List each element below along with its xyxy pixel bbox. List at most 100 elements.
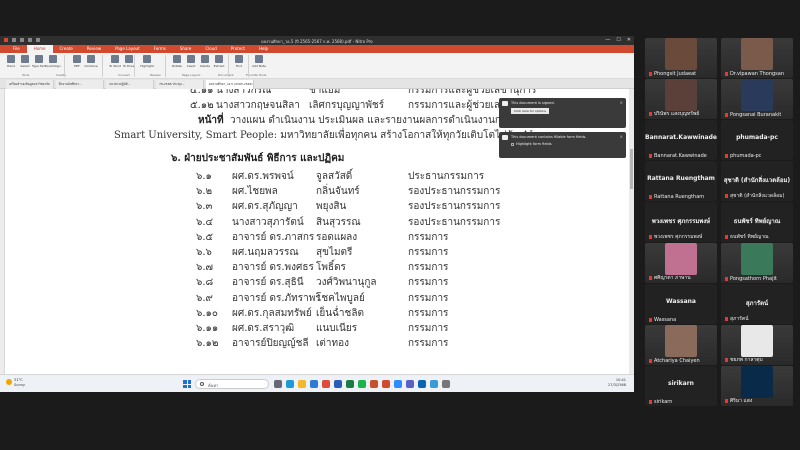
sun-icon: [6, 379, 12, 385]
menu-tab-protect[interactable]: Protect: [224, 45, 252, 53]
highlight-checkbox[interactable]: [511, 142, 514, 146]
participant-name-label: พวงเพชร ศุภกรรมพงษ์: [649, 233, 702, 241]
nitro-icon[interactable]: [382, 380, 390, 388]
settings-icon[interactable]: [442, 380, 450, 388]
close-icon[interactable]: ×: [620, 134, 623, 139]
muted-mic-icon: [725, 193, 728, 198]
document-tab[interactable]: 78-2568 ประชุม...: [156, 80, 204, 89]
menu-tab-home[interactable]: Home: [26, 45, 53, 53]
system-tray[interactable]: 10:41 27/3/2568: [608, 378, 626, 388]
participant-tile[interactable]: Pongsanai Buranakit: [721, 79, 793, 119]
excel-icon[interactable]: [346, 380, 354, 388]
minimize-button[interactable]: —: [605, 37, 610, 43]
ribbon-tool-find[interactable]: Find: [232, 55, 246, 68]
participant-name-label: Pongsanai Buranakit: [725, 112, 781, 118]
member-surname: แนบเนียร: [316, 323, 358, 334]
participant-tile[interactable]: ศิริมา แสง: [721, 366, 793, 406]
participant-face: [665, 243, 697, 275]
participant-tile[interactable]: Rattana Ruengtham Rattana Ruengtham: [645, 161, 717, 201]
photos-icon[interactable]: [430, 380, 438, 388]
delete-icon: [201, 55, 209, 63]
member-role: กรรมการ: [408, 323, 449, 334]
menu-tab-create[interactable]: Create: [53, 45, 80, 53]
close-icon[interactable]: ×: [620, 100, 623, 105]
participant-tile[interactable]: Bannarat.Kawwinade Bannarat.Kawwinade: [645, 120, 717, 160]
ribbon-tool-delete[interactable]: Delete: [198, 55, 212, 68]
participant-tile[interactable]: ศศิญาดา ภาษาน: [645, 243, 717, 283]
menu-tab-help[interactable]: Help: [252, 45, 275, 53]
menu-tab-share[interactable]: Share: [173, 45, 199, 53]
outlook-icon[interactable]: [418, 380, 426, 388]
teams-icon[interactable]: [406, 380, 414, 388]
participant-tile[interactable]: Wassana Wassana: [645, 284, 717, 324]
member-surname: จูลสวัสดิ์: [316, 171, 353, 182]
windows-taskbar: 31°C Sunny ค้นหา 10:41 27/3/2568: [0, 374, 634, 392]
ribbon-tool-select[interactable]: Select: [18, 55, 32, 68]
participant-tile[interactable]: สุภารัตน์ สุภารัตน์: [721, 284, 793, 324]
task-view-icon[interactable]: [274, 380, 282, 388]
ribbon-tool-add-note[interactable]: Add Note: [252, 55, 266, 68]
participant-tile[interactable]: Atchariya Chaiyen: [645, 325, 717, 365]
participant-tile[interactable]: พวงเพชร ศุภกรรมพงษ์ พวงเพชร ศุภกรรมพงษ์: [645, 202, 717, 242]
participant-name-label: ธนพัชร์ ทิพย์ญาณ: [725, 233, 769, 241]
menu-tab-file[interactable]: File: [6, 45, 27, 53]
line-icon[interactable]: [358, 380, 366, 388]
start-menu-icon[interactable]: [183, 380, 191, 388]
document-tab[interactable]: ผลงานศึกษา_วอ.5 (2565-2568 ก.พ...: [206, 80, 254, 89]
rotate-icon: [173, 55, 181, 63]
highlight-icon: [143, 55, 151, 63]
participant-display-name: Rattana Ruengtham: [647, 175, 715, 182]
muted-mic-icon: [649, 399, 652, 404]
participant-face: [741, 79, 773, 111]
menu-tab-page-layout[interactable]: Page Layout: [108, 45, 147, 53]
ribbon-tool-type-text[interactable]: Type Text: [32, 55, 46, 68]
ribbon-tool-hand[interactable]: Hand: [4, 55, 18, 68]
document-tab[interactable]: เตรียมสำรองข้อมูลมหาวิทยาลัย: [6, 80, 54, 89]
find-icon: [235, 55, 243, 63]
participant-tile[interactable]: sirikarn sirikarn: [645, 366, 717, 406]
chrome-icon[interactable]: [322, 380, 330, 388]
participant-tile[interactable]: Pongsathorn Phajit: [721, 243, 793, 283]
ribbon-tool-highlight[interactable]: Highlight: [140, 55, 154, 68]
word-icon[interactable]: [334, 380, 342, 388]
member-role: กรรมการ: [408, 307, 449, 319]
close-button[interactable]: ✕: [627, 37, 631, 43]
edge-icon[interactable]: [286, 380, 294, 388]
menu-tab-cloud[interactable]: Cloud: [198, 45, 223, 53]
participant-tile[interactable]: ธนพัชร์ ทิพย์ญาณ ธนพัชร์ ทิพย์ญาณ: [721, 202, 793, 242]
ribbon-tool-pdf[interactable]: PDF: [70, 55, 84, 68]
participant-tile[interactable]: สุชาติ (สำนักสิ่งแวดล้อม) สุชาติ (สำนักสิ…: [721, 161, 793, 201]
vertical-scrollbar[interactable]: [629, 89, 634, 387]
participant-name: Wassana: [654, 317, 677, 323]
scrollbar-thumb[interactable]: [630, 149, 633, 189]
zoom-icon[interactable]: [394, 380, 402, 388]
ribbon-tool-rotate[interactable]: Rotate: [170, 55, 184, 68]
window-title: ผลงานศึกษา_วอ.5 (ปี 2565-2567 ก.พ. 2568)…: [261, 39, 373, 44]
participant-tile[interactable]: Phongsit Judaeat: [645, 38, 717, 78]
document-tab[interactable]: ฝึกงานนักศึกษา...: [56, 80, 104, 89]
participant-face: [741, 38, 773, 70]
menu-tab-forms[interactable]: Forms: [147, 45, 173, 53]
shared-screen: ผลงานศึกษา_วอ.5 (ปี 2565-2567 ก.พ. 2568)…: [0, 36, 634, 392]
maximize-button[interactable]: ☐: [616, 37, 620, 43]
menu-tab-review[interactable]: Review: [80, 45, 108, 53]
participant-tile[interactable]: ชยภพ กาลาตุบ: [721, 325, 793, 365]
muted-mic-icon: [649, 194, 652, 199]
participant-tile[interactable]: phumada-pc phumada-pc: [721, 120, 793, 160]
options-button[interactable]: Click here for options: [511, 108, 549, 114]
store-icon[interactable]: [310, 380, 318, 388]
document-tab[interactable]: แนวทางปฏิบัติ...: [106, 80, 154, 89]
participant-face: [665, 325, 697, 357]
file-explorer-icon[interactable]: [298, 380, 306, 388]
taskbar-search[interactable]: ค้นหา: [195, 379, 269, 389]
powerpoint-icon[interactable]: [370, 380, 378, 388]
ribbon-tool-to-word[interactable]: To Word: [108, 55, 122, 68]
ribbon-tool-combine[interactable]: Combine: [84, 55, 98, 68]
member-number: ๖.๑: [196, 171, 212, 182]
participant-tile[interactable]: Dr.vipawan Thongsan: [721, 38, 793, 78]
ribbon-tool-quicksign[interactable]: QuickSign: [45, 55, 61, 68]
muted-mic-icon: [725, 357, 728, 362]
ribbon-tool-insert[interactable]: Insert: [184, 55, 198, 68]
participant-tile[interactable]: ปรินัพร แสงบุญทรัพย์: [645, 79, 717, 119]
ribbon-tool-extract[interactable]: Extract: [212, 55, 226, 68]
